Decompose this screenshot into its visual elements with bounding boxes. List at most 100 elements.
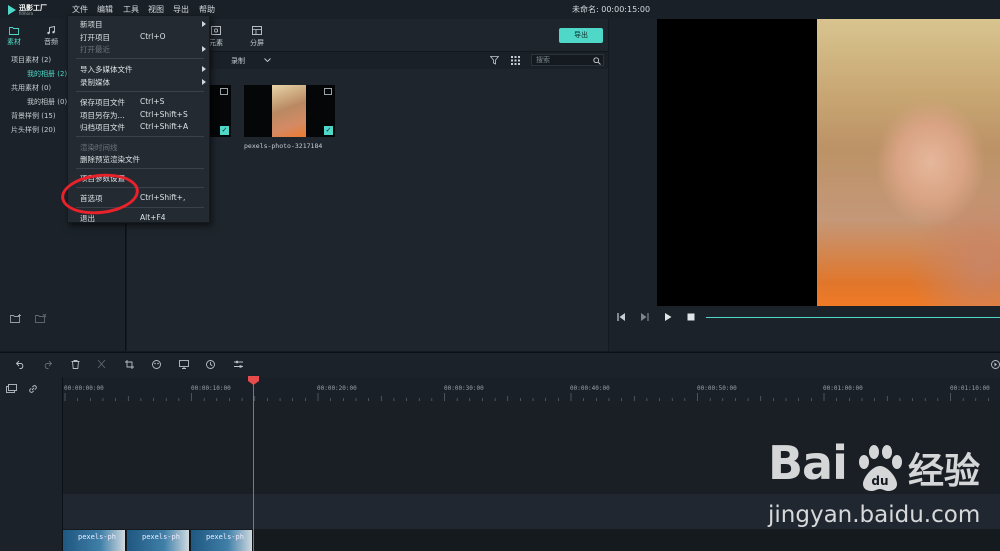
speed-icon[interactable] xyxy=(206,360,215,369)
menu-divider xyxy=(76,136,204,137)
stop-icon[interactable] xyxy=(687,313,695,321)
export-button[interactable]: 导出 xyxy=(559,28,603,43)
playhead[interactable] xyxy=(253,383,254,551)
check-icon: ✓ xyxy=(324,126,333,135)
ruler-ticks xyxy=(64,393,989,401)
play-icon[interactable] xyxy=(664,313,672,321)
logo-mark-icon xyxy=(8,5,16,15)
folder-icon xyxy=(9,27,19,35)
shortcut-label: Ctrl+Shift+S xyxy=(140,110,188,119)
timeline-clip[interactable]: pexels-ph xyxy=(191,530,253,551)
tree-item-my-album[interactable]: 我的相册 (2) xyxy=(27,69,67,79)
toolbar-split-screen[interactable]: 分屏 xyxy=(246,26,268,48)
shortcut-label: Ctrl+O xyxy=(140,32,166,41)
media-thumbnail xyxy=(272,85,306,137)
split-screen-icon xyxy=(252,26,262,35)
menu-tools[interactable]: 工具 xyxy=(123,4,139,15)
undo-icon[interactable] xyxy=(16,360,26,369)
menu-help[interactable]: 帮助 xyxy=(199,4,215,15)
preview-image xyxy=(817,19,1000,306)
media-item[interactable]: ✓ xyxy=(244,85,335,137)
search-icon[interactable] xyxy=(593,57,601,65)
shortcut-label: Ctrl+Shift+A xyxy=(140,122,189,131)
timeline-scroll-right-icon[interactable] xyxy=(991,360,1000,369)
clip-label: pexels-ph xyxy=(206,533,244,541)
project-name: 未命名: 00:00:15:00 xyxy=(572,5,651,14)
tree-item-project-media[interactable]: 项目素材 (2) xyxy=(11,55,51,65)
file-menu-save-project[interactable]: 保存项目文件 xyxy=(80,97,125,108)
new-folder-icon[interactable] xyxy=(10,314,22,324)
logo-sub: filmora xyxy=(19,11,34,16)
adjust-icon[interactable] xyxy=(234,360,243,369)
element-icon xyxy=(211,26,221,35)
submenu-arrow-icon xyxy=(202,46,206,52)
file-menu-render-timeline[interactable]: 渲染时间线 xyxy=(80,142,118,153)
app-logo: 迅影工厂 filmora xyxy=(8,3,58,16)
ruler-tick-label: 00:00:30:00 xyxy=(444,385,484,392)
playback-progress[interactable] xyxy=(706,317,1000,318)
submenu-arrow-icon xyxy=(202,66,206,72)
track-header-panel xyxy=(0,377,63,551)
filter-icon[interactable] xyxy=(490,56,499,65)
image-type-icon xyxy=(220,88,228,95)
step-forward-icon[interactable] xyxy=(640,313,649,321)
file-menu-open-recent[interactable]: 打开最近 xyxy=(80,44,110,55)
delete-icon[interactable] xyxy=(71,360,80,369)
menu-export[interactable]: 导出 xyxy=(173,4,189,15)
image-type-icon xyxy=(324,88,332,95)
add-track-icon[interactable] xyxy=(6,384,17,393)
tree-item-my-album-shared[interactable]: 我的相册 (0) xyxy=(27,97,67,107)
watermark-brand-cn: 经验 xyxy=(908,451,981,492)
ruler-tick-label: 00:00:50:00 xyxy=(697,385,737,392)
menu-divider xyxy=(76,91,204,92)
redo-icon[interactable] xyxy=(42,360,52,369)
file-menu-import-media[interactable]: 导入多媒体文件 xyxy=(80,64,133,75)
tab-audio[interactable]: 音频 xyxy=(37,26,65,47)
file-menu-exit[interactable]: 退出 xyxy=(80,213,95,224)
file-menu-delete-preview-render[interactable]: 删除预览渲染文件 xyxy=(80,154,140,165)
crop-icon[interactable] xyxy=(125,360,134,369)
file-menu-open-project[interactable]: 打开项目 xyxy=(80,32,110,43)
watermark-brand: Bai xyxy=(768,436,848,490)
menu-edit[interactable]: 编辑 xyxy=(97,4,113,15)
tab-media[interactable]: 素材 xyxy=(0,26,28,47)
tree-item-background-samples[interactable]: 背景样例 (15) xyxy=(11,111,56,121)
media-item-name: pexels-photo-3217184 xyxy=(244,142,323,150)
timeline-clip[interactable]: pexels-ph xyxy=(127,530,190,551)
ruler-tick-label: 00:01:00:00 xyxy=(823,385,863,392)
baidu-watermark: Bai du 经验 jingyan.baidu.com xyxy=(768,436,1000,551)
clip-label: pexels-ph xyxy=(78,533,116,541)
menu-divider xyxy=(76,58,204,59)
timeline-clip[interactable]: pexels-ph xyxy=(63,530,126,551)
file-menu-archive-project[interactable]: 归档项目文件 xyxy=(80,122,125,133)
cut-icon[interactable] xyxy=(97,360,106,369)
menu-view[interactable]: 视图 xyxy=(148,4,164,15)
file-menu-new-project[interactable]: 新项目 xyxy=(80,19,103,30)
ruler-tick-label: 00:01:10:00 xyxy=(950,385,990,392)
watermark-url: jingyan.baidu.com xyxy=(768,502,981,528)
tree-item-intro-samples[interactable]: 片头样例 (20) xyxy=(11,125,56,135)
file-menu-save-as[interactable]: 项目另存为... xyxy=(80,110,125,121)
color-icon[interactable] xyxy=(152,360,161,369)
menu-divider xyxy=(76,168,204,169)
ruler-tick-label: 00:00:20:00 xyxy=(317,385,357,392)
svg-text:du: du xyxy=(871,474,888,488)
shortcut-label: Alt+F4 xyxy=(140,213,166,222)
link-icon[interactable] xyxy=(28,384,38,394)
check-icon: ✓ xyxy=(220,126,229,135)
tree-item-shared-media[interactable]: 共用素材 (0) xyxy=(11,83,51,93)
timeline-toolbar xyxy=(0,352,1000,377)
record-dropdown[interactable]: 录制 xyxy=(231,56,245,66)
green-screen-icon[interactable] xyxy=(179,360,189,369)
submenu-arrow-icon xyxy=(202,79,206,85)
grid-view-icon[interactable] xyxy=(511,56,520,65)
delete-folder-icon[interactable] xyxy=(35,314,47,324)
menu-file[interactable]: 文件 xyxy=(72,4,88,15)
clip-label: pexels-ph xyxy=(142,533,180,541)
shortcut-label: Ctrl+S xyxy=(140,97,165,106)
chevron-down-icon[interactable] xyxy=(264,58,271,63)
file-menu-record-media[interactable]: 录制媒体 xyxy=(80,77,110,88)
step-back-icon[interactable] xyxy=(617,313,626,321)
toolbar-split-screen-label: 分屏 xyxy=(250,39,264,47)
shortcut-label: Ctrl+Shift+, xyxy=(140,193,186,202)
